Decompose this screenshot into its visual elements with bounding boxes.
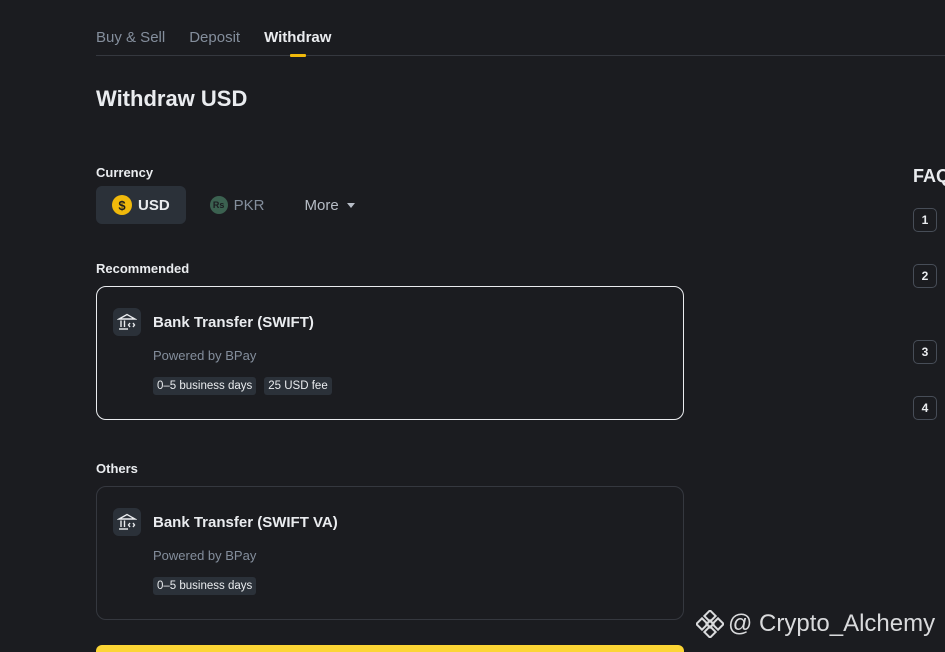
continue-button[interactable] <box>96 645 684 652</box>
fee-tag: 25 USD fee <box>264 377 332 395</box>
processing-time-tag: 0–5 business days <box>153 577 257 595</box>
faq-item-number[interactable]: 4 <box>913 396 937 420</box>
currency-option-usd[interactable]: $ USD <box>96 186 186 224</box>
method-provider: Powered by BPay <box>153 348 257 363</box>
watermark-text: @ Crypto_Alchemy <box>728 610 936 637</box>
others-label: Others <box>96 461 138 476</box>
watermark: @ Crypto_Alchemy <box>696 610 935 638</box>
page-title: Withdraw USD <box>96 86 248 111</box>
method-tags: 0–5 business days <box>153 577 257 595</box>
recommended-label: Recommended <box>96 261 190 276</box>
currency-label: Currency <box>96 165 154 180</box>
method-name: Bank Transfer (SWIFT) <box>153 314 314 331</box>
method-card-swift-va[interactable]: Bank Transfer (SWIFT VA) Powered by BPay… <box>96 486 684 620</box>
tab-deposit[interactable]: Deposit <box>189 0 240 56</box>
method-card-swift[interactable]: Bank Transfer (SWIFT) Powered by BPay 0–… <box>96 286 684 420</box>
faq-item-number[interactable]: 3 <box>913 340 937 364</box>
faq-item-number[interactable]: 1 <box>913 208 937 232</box>
processing-time-tag: 0–5 business days <box>153 377 257 395</box>
more-label: More <box>304 196 339 214</box>
method-tags: 0–5 business days 25 USD fee <box>153 377 332 395</box>
currency-selector: $ USD Rs PKR More <box>96 186 371 224</box>
rupee-coin-icon: Rs <box>209 196 228 214</box>
binance-logo-icon <box>696 610 724 638</box>
tab-withdraw[interactable]: Withdraw <box>264 0 331 57</box>
bank-icon <box>113 508 141 536</box>
faq-item-number[interactable]: 2 <box>913 264 937 288</box>
top-tabs: Buy & Sell Deposit Withdraw <box>96 0 945 57</box>
method-name: Bank Transfer (SWIFT VA) <box>153 514 338 531</box>
currency-option-pkr[interactable]: Rs PKR <box>194 186 281 224</box>
currency-code: PKR <box>233 196 265 214</box>
faq-title: FAQ <box>913 166 945 186</box>
caret-down-icon <box>346 203 355 208</box>
dollar-coin-icon: $ <box>112 195 132 215</box>
tab-buy-sell[interactable]: Buy & Sell <box>96 0 165 56</box>
bank-icon <box>113 308 141 336</box>
method-provider: Powered by BPay <box>153 548 257 563</box>
currency-code: USD <box>138 196 170 214</box>
more-currencies-dropdown[interactable]: More <box>289 186 371 224</box>
